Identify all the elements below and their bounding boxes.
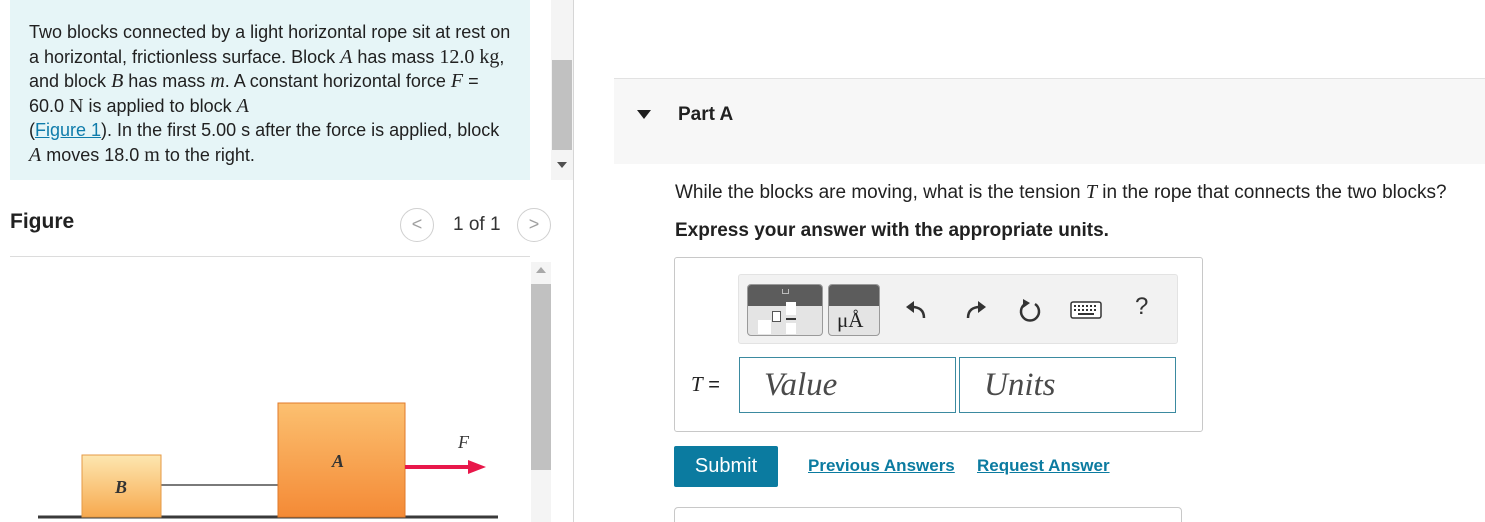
label-f: F [457,432,470,452]
figure-counter: 1 of 1 [453,214,501,235]
figure-prev-button[interactable]: < [400,208,434,242]
blocks-diagram: B A F [38,402,498,519]
units-input[interactable] [959,357,1176,413]
help-button[interactable]: ? [1135,293,1148,321]
part-a-title: Part A [678,104,734,125]
scrollbar-thumb[interactable] [531,284,551,470]
scroll-up-arrow-icon[interactable] [536,267,546,273]
question-text: While the blocks are moving, what is the… [675,181,1447,203]
value-input[interactable] [739,357,956,413]
figure-next-button[interactable]: > [517,208,551,242]
part-a-header[interactable]: Part A [614,78,1485,164]
redo-icon[interactable] [962,297,990,325]
scrollbar-thumb[interactable] [552,60,572,150]
units-glyph: μÅ [837,308,864,332]
reset-icon[interactable] [1016,297,1044,325]
answer-box: μÅ ? T = [674,257,1203,432]
label-a: A [331,451,344,471]
figure-header: Figure < 1 of 1 > [10,208,553,242]
undo-icon[interactable] [902,297,930,325]
panel-divider [573,0,574,522]
figure-link[interactable]: Figure 1 [35,120,101,140]
scroll-down-arrow-icon[interactable] [557,162,567,168]
force-arrowhead-icon [468,460,486,474]
collapse-caret-icon[interactable] [637,110,651,119]
math-toolbar: μÅ ? [738,274,1178,344]
problem-statement: Two blocks connected by a light horizont… [10,0,530,180]
label-b: B [114,477,127,497]
request-answer-link[interactable]: Request Answer [977,456,1110,476]
answer-instruction: Express your answer with the appropriate… [675,220,1109,241]
figure-scrollbar[interactable] [531,262,551,522]
submit-button[interactable]: Submit [674,446,778,487]
templates-button[interactable] [747,284,823,336]
keyboard-icon[interactable] [1070,299,1102,321]
figure-title: Figure [10,210,75,233]
answer-variable-label: T = [691,372,720,396]
figure-image: B A F [10,257,530,522]
previous-answers-link[interactable]: Previous Answers [808,456,955,476]
feedback-box [674,507,1182,522]
problem-scrollbar[interactable] [551,0,573,180]
units-button[interactable]: μÅ [828,284,880,336]
